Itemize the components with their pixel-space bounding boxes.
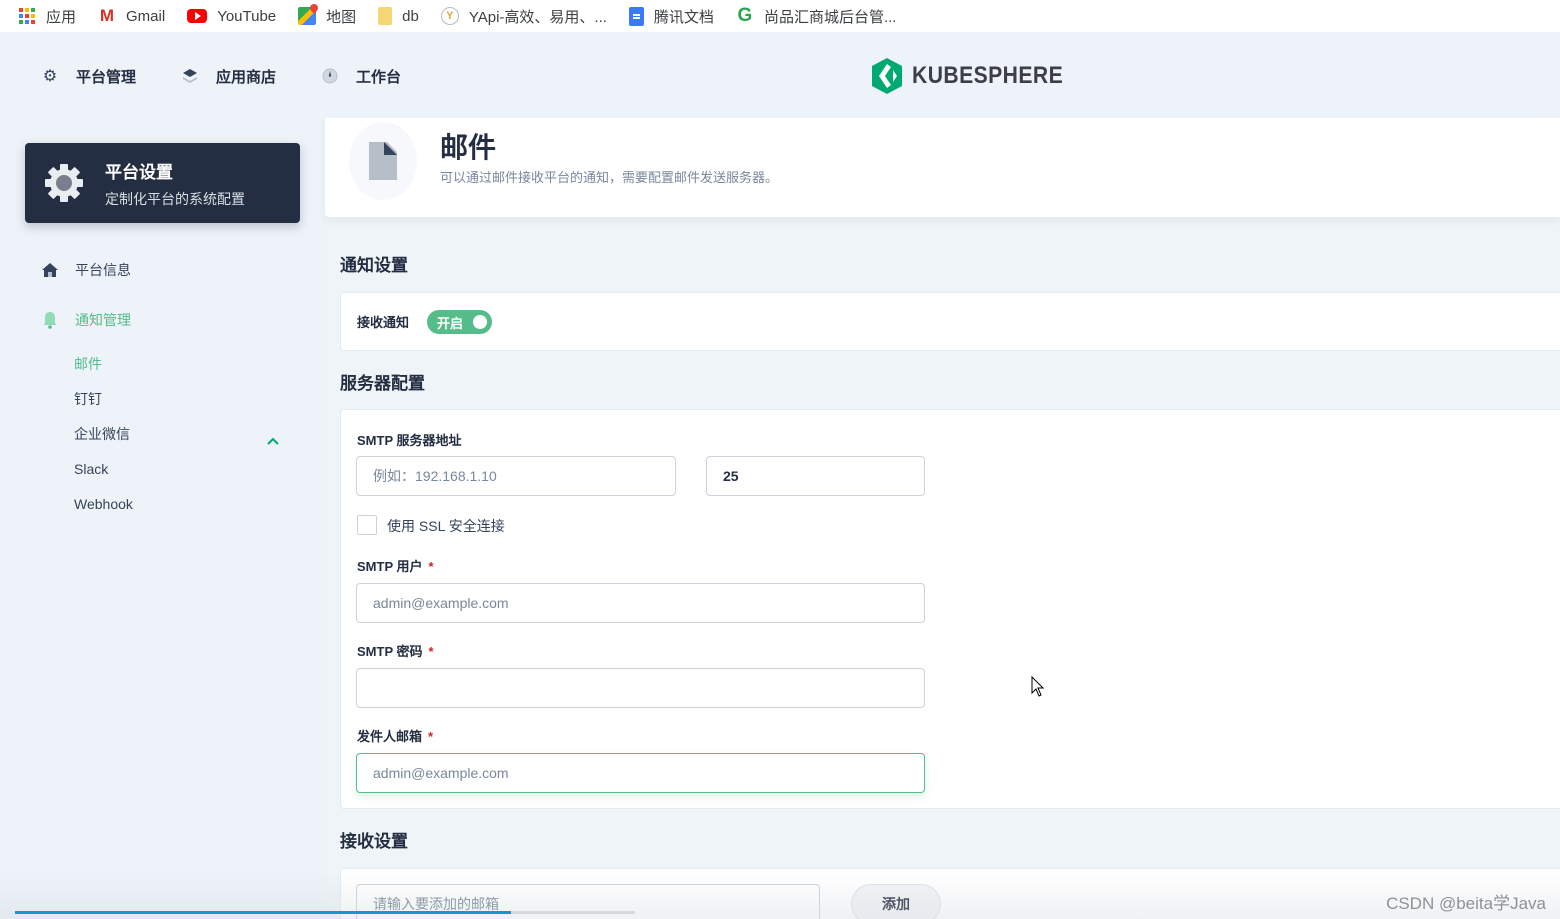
yapi-icon: Y <box>440 7 459 25</box>
home-icon <box>40 260 60 280</box>
sidebar-item-platform-info[interactable]: 平台信息 <box>40 258 131 282</box>
receive-notification-label: 接收通知 <box>357 315 410 330</box>
smtp-password-label: SMTP 密码 * <box>357 641 434 660</box>
maps-icon <box>298 7 317 25</box>
receive-notification-toggle[interactable]: 开启 <box>427 310 492 334</box>
required-mark: * <box>428 644 434 659</box>
section-title-notification: 通知设置 <box>340 256 408 275</box>
youtube-icon <box>187 9 208 23</box>
gear-icon: ⚙ <box>42 68 58 85</box>
ssl-checkbox[interactable] <box>357 515 377 535</box>
page-header: 邮件 可以通过邮件接收平台的通知，需要配置邮件发送服务器。 <box>325 118 1560 217</box>
document-icon <box>369 142 397 180</box>
smtp-address-input[interactable] <box>356 456 676 496</box>
bookmark-db[interactable]: db <box>378 4 419 28</box>
bookmark-label: Gmail <box>126 7 166 25</box>
ssl-checkbox-label: 使用 SSL 安全连接 <box>387 518 505 534</box>
kubesphere-logo[interactable]: KUBESPHERE <box>870 58 1084 94</box>
nav-workbench[interactable]: 工作台 <box>322 64 401 88</box>
video-progress-fill <box>15 911 511 914</box>
dashboard-icon <box>322 68 338 84</box>
bookmark-apps[interactable]: 应用 <box>18 4 76 28</box>
main-content: 邮件 可以通过邮件接收平台的通知，需要配置邮件发送服务器。 通知设置 接收通知 … <box>325 118 1560 919</box>
toggle-label: 开启 <box>437 315 464 331</box>
sidebar-item-label: 平台信息 <box>75 262 131 278</box>
watermark: CSDN @beita学Java <box>1386 894 1546 913</box>
bell-icon <box>40 310 60 330</box>
sidebar-subitem-wecom[interactable]: 企业微信 <box>74 424 130 444</box>
label-text: 发件人邮箱 <box>357 729 423 744</box>
smtp-port-input[interactable] <box>706 456 925 496</box>
toggle-knob <box>473 315 487 329</box>
bookmark-tencent-docs[interactable]: 腾讯文档 <box>628 4 714 28</box>
bookmark-shop-admin[interactable]: G 尚品汇商城后台管... <box>736 4 897 28</box>
bookmarks-bar: 应用 M Gmail YouTube 地图 db Y YApi-高效、易用、..… <box>0 0 1560 32</box>
smtp-user-input[interactable] <box>356 583 925 623</box>
top-navigation: ⚙ 平台管理 应用商店 工作台 KUBESPHERE <box>0 32 1560 118</box>
bookmark-youtube[interactable]: YouTube <box>187 4 276 28</box>
sender-email-label: 发件人邮箱 * <box>357 726 433 745</box>
label-text: SMTP 密码 <box>357 644 423 659</box>
kubesphere-logo-icon <box>872 58 902 94</box>
add-recipient-button[interactable]: 添加 <box>851 884 941 919</box>
section-title-server: 服务器配置 <box>340 374 425 393</box>
section-title-receive: 接收设置 <box>340 832 408 851</box>
sidebar-subitem-slack[interactable]: Slack <box>74 459 108 479</box>
required-mark: * <box>428 729 434 744</box>
gmail-icon: M <box>99 6 115 25</box>
bookmark-label: 应用 <box>46 8 77 26</box>
bookmark-label: YouTube <box>217 7 277 25</box>
sidebar-subitem-webhook[interactable]: Webhook <box>74 494 133 514</box>
card-subtitle: 定制化平台的系统配置 <box>105 190 245 207</box>
label-text: SMTP 用户 <box>357 559 423 574</box>
site-favicon-icon: G <box>737 5 753 26</box>
nav-platform-management[interactable]: ⚙ 平台管理 <box>42 64 136 88</box>
logo-text: KUBESPHERE <box>912 62 1064 89</box>
sidebar: 平台设置 定制化平台的系统配置 平台信息 通知管理 邮件 钉钉 企业微信 Sla… <box>0 118 325 919</box>
smtp-address-label: SMTP 服务器地址 <box>357 433 462 448</box>
nav-label: 应用商店 <box>216 68 277 86</box>
apps-grid-icon <box>18 7 36 25</box>
card-title: 平台设置 <box>105 162 173 182</box>
bookmark-gmail[interactable]: M Gmail <box>98 4 165 28</box>
page-icon-wrap <box>349 122 417 200</box>
bookmark-maps[interactable]: 地图 <box>298 4 356 28</box>
bookmark-label: 地图 <box>326 8 357 26</box>
page-title: 邮件 <box>440 132 497 163</box>
tencent-docs-icon <box>628 6 644 26</box>
bookmark-label: 尚品汇商城后台管... <box>763 8 897 26</box>
server-config-panel: SMTP 服务器地址 使用 SSL 安全连接 SMTP 用户 * SMTP 密码 *… <box>340 409 1560 809</box>
sidebar-subitem-email[interactable]: 邮件 <box>74 354 102 374</box>
platform-settings-card: 平台设置 定制化平台的系统配置 <box>25 143 300 223</box>
bookmark-label: YApi-高效、易用、... <box>468 8 607 26</box>
layers-icon <box>182 68 198 84</box>
nav-app-store[interactable]: 应用商店 <box>182 64 276 88</box>
smtp-user-label: SMTP 用户 * <box>357 556 434 575</box>
page-description: 可以通过邮件接收平台的通知，需要配置邮件发送服务器。 <box>440 170 779 185</box>
required-mark: * <box>428 559 434 574</box>
mouse-cursor-icon <box>1031 676 1045 697</box>
bookmark-yapi[interactable]: Y YApi-高效、易用、... <box>440 4 607 28</box>
smtp-password-input[interactable] <box>356 668 925 708</box>
sidebar-item-notification-management[interactable]: 通知管理 <box>40 308 131 332</box>
chevron-up-icon[interactable] <box>266 434 280 448</box>
sidebar-subitem-dingtalk[interactable]: 钉钉 <box>74 389 102 409</box>
sidebar-item-label: 通知管理 <box>75 312 131 328</box>
folder-icon <box>378 7 393 25</box>
nav-label: 平台管理 <box>76 68 137 86</box>
bookmark-label: 腾讯文档 <box>653 8 714 26</box>
gear-icon <box>45 164 83 202</box>
nav-label: 工作台 <box>356 68 402 86</box>
video-progress-bar[interactable] <box>15 911 635 914</box>
notification-panel: 接收通知 开启 <box>340 292 1560 351</box>
bookmark-label: db <box>402 7 419 25</box>
sender-email-input[interactable] <box>356 753 925 793</box>
